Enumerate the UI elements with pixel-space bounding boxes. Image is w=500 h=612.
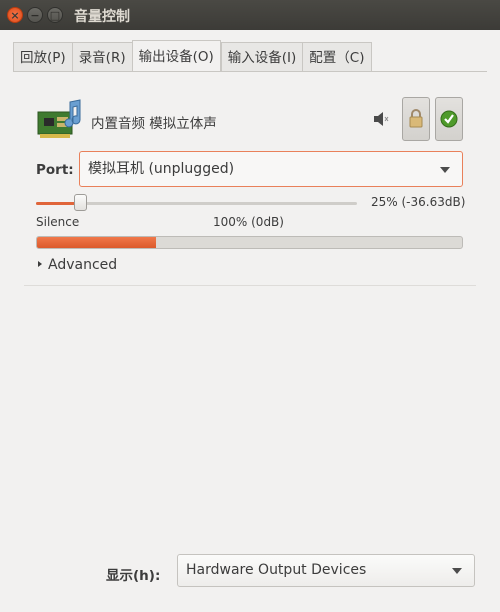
hundred-percent-mark-label: 100% (0dB) [213,215,284,229]
tab-output-devices[interactable]: 输出设备(O) [131,40,221,72]
window-title: 音量控制 [74,9,130,25]
check-circle-icon [440,110,458,128]
port-value: 模拟耳机 (unplugged) [88,161,235,177]
volume-slider-handle[interactable] [74,194,88,211]
sound-card-icon [37,99,81,138]
port-select[interactable]: 模拟耳机 (unplugged) [79,151,463,187]
tab-configuration[interactable]: 配置（C) [302,42,372,72]
separator [24,285,476,286]
tab-input-devices[interactable]: 输入设备(I) [220,42,303,72]
show-label: 显示(h): [106,568,161,584]
title-bar: × − □ 音量控制 [0,0,500,30]
show-devices-select[interactable]: Hardware Output Devices [177,554,475,587]
lock-channels-toggle[interactable] [402,97,430,141]
tab-divider [13,71,487,72]
minimize-button[interactable]: − [27,7,43,23]
level-meter-fill [37,237,156,248]
expander-arrow-icon [38,261,42,267]
maximize-button[interactable]: □ [47,7,63,23]
port-label: Port: [36,162,74,178]
tab-recording[interactable]: 录音(R) [71,42,132,72]
close-button[interactable]: × [7,7,23,23]
level-meter [36,236,463,249]
advanced-label: Advanced [48,257,118,273]
lock-icon [409,109,423,128]
speaker-muted-icon[interactable] [372,109,390,129]
set-default-toggle[interactable] [435,97,463,141]
advanced-expander[interactable]: Advanced [38,257,117,273]
device-name: 内置音频 模拟立体声 [91,116,217,132]
tab-playback[interactable]: 回放(P) [13,42,72,72]
chevron-down-icon [440,167,450,173]
volume-readout: 25% (-36.63dB) [371,195,466,209]
tab-bar: 回放(P) 录音(R) 输出设备(O) 输入设备(I) 配置（C) [13,40,372,72]
chevron-down-icon [452,568,462,574]
silence-mark-label: Silence [36,215,80,229]
show-devices-value: Hardware Output Devices [186,562,367,578]
